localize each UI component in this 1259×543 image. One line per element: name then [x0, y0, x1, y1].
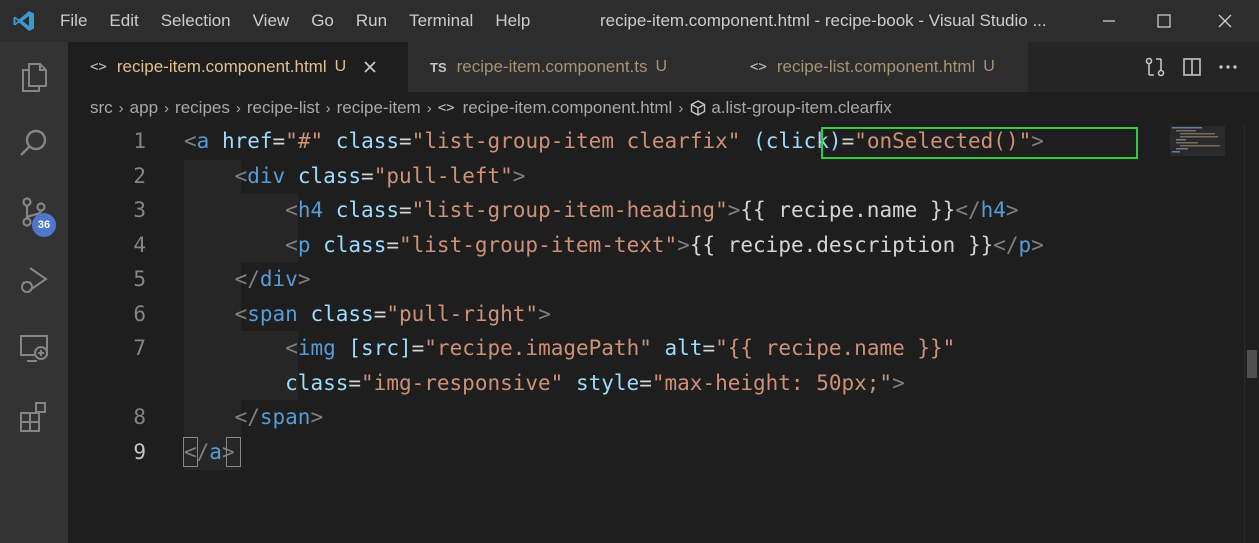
scrollbar-thumb[interactable]	[1247, 350, 1257, 378]
code-line-4: <p class="list-group-item-text">{{ recip…	[285, 232, 1044, 257]
tab-label: recipe-item.component.ts	[456, 57, 648, 76]
breadcrumb-recipe-item[interactable]: recipe-item	[337, 98, 421, 118]
line-number: 5	[133, 267, 146, 291]
line-number	[68, 366, 146, 401]
search-icon[interactable]	[0, 110, 68, 178]
line-number: 6	[133, 301, 146, 326]
chevron-right-icon: ›	[325, 99, 331, 117]
breadcrumb-recipe-list[interactable]: recipe-list	[247, 98, 320, 118]
line-number: 8	[133, 405, 146, 429]
line-number-current: 9	[133, 439, 146, 464]
breadcrumb-recipes[interactable]: recipes	[175, 98, 230, 118]
tab-close-icon[interactable]	[360, 57, 380, 77]
menu-selection[interactable]: Selection	[150, 0, 242, 42]
symbol-icon	[689, 99, 707, 117]
code-line-7-wrap: class="img-responsive" style="max-height…	[285, 370, 905, 395]
code-line-6: <span class="pull-right">	[234, 301, 551, 326]
breadcrumb-src[interactable]: src	[90, 98, 113, 118]
line-number: 2	[133, 163, 146, 188]
html-file-icon: <>	[90, 59, 107, 75]
code-line-2: <div class="pull-left">	[234, 163, 526, 188]
code-line-3: <h4 class="list-group-item-heading">{{ r…	[285, 198, 1019, 222]
menu-run[interactable]: Run	[345, 0, 398, 42]
menu-help[interactable]: Help	[484, 0, 541, 42]
code-line-7: <img [src]="recipe.imagePath" alt="{{ re…	[285, 336, 956, 360]
untracked-flag: U	[983, 58, 995, 75]
more-actions-icon[interactable]	[1215, 54, 1241, 80]
source-control-icon[interactable]	[0, 178, 68, 246]
breadcrumb-app[interactable]: app	[130, 98, 158, 118]
ts-file-icon: TS	[430, 59, 447, 75]
breadcrumb-file[interactable]: recipe-item.component.html	[463, 98, 673, 118]
line-number: 3	[133, 198, 146, 222]
run-debug-icon[interactable]	[0, 246, 68, 314]
code-line-5: </div>	[234, 267, 311, 291]
bracket-match-box	[226, 437, 241, 467]
highlight-box	[821, 127, 1138, 159]
chevron-right-icon: ›	[426, 99, 432, 117]
menu-bar: File Edit Selection View Go Run Terminal…	[48, 0, 541, 42]
tab-recipe-item-ts[interactable]: TS recipe-item.component.ts U	[408, 42, 728, 92]
chevron-right-icon: ›	[678, 99, 684, 117]
menu-view[interactable]: View	[242, 0, 301, 42]
window-title: recipe-item.component.html - recipe-book…	[600, 11, 1047, 30]
menu-terminal[interactable]: Terminal	[398, 0, 484, 42]
vertical-scrollbar[interactable]	[1244, 124, 1259, 543]
untracked-flag: U	[334, 58, 347, 75]
tab-label: recipe-item.component.html	[116, 57, 327, 76]
vscode-logo-icon	[0, 0, 48, 42]
menu-go[interactable]: Go	[300, 0, 345, 42]
html-file-icon: <>	[437, 100, 455, 116]
maximize-icon[interactable]	[1136, 0, 1192, 42]
split-editor-icon[interactable]	[1179, 54, 1205, 80]
minimap[interactable]	[1150, 124, 1244, 543]
breadcrumb: src › app › recipes › recipe-list › reci…	[68, 92, 1259, 124]
tab-recipe-item-html[interactable]: <> recipe-item.component.html U	[68, 42, 408, 92]
menu-file[interactable]: File	[48, 0, 98, 42]
tab-bar: <> recipe-item.component.html U TS recip…	[68, 42, 1259, 92]
menu-edit[interactable]: Edit	[98, 0, 149, 42]
code-editor[interactable]: 1 2 3 4 5 6 7 8 9 <a href="#" class="lis…	[68, 124, 1259, 543]
explorer-icon[interactable]	[0, 42, 68, 110]
title-bar: File Edit Selection View Go Run Terminal…	[0, 0, 1259, 42]
extensions-icon[interactable]	[0, 382, 68, 450]
untracked-flag: U	[655, 58, 668, 75]
tab-label: recipe-list.component.html	[776, 57, 976, 76]
line-number: 4	[133, 232, 146, 257]
code-line-8: </span>	[234, 405, 324, 429]
remote-explorer-icon[interactable]	[0, 314, 68, 382]
line-number: 1	[133, 129, 146, 153]
minimize-icon[interactable]	[1081, 0, 1137, 42]
bracket-match-box	[183, 437, 198, 467]
breadcrumb-symbol[interactable]: a.list-group-item.clearfix	[711, 98, 891, 118]
close-icon[interactable]	[1197, 0, 1253, 42]
chevron-right-icon: ›	[235, 99, 241, 117]
line-number: 7	[133, 336, 146, 360]
chevron-right-icon: ›	[164, 99, 170, 117]
scm-badge: 36	[32, 213, 56, 237]
chevron-right-icon: ›	[118, 99, 124, 117]
compare-changes-icon[interactable]	[1142, 54, 1168, 80]
activity-bar: 36	[0, 42, 68, 543]
tab-recipe-list-html[interactable]: <> recipe-list.component.html U	[728, 42, 1028, 92]
html-file-icon: <>	[750, 59, 767, 75]
